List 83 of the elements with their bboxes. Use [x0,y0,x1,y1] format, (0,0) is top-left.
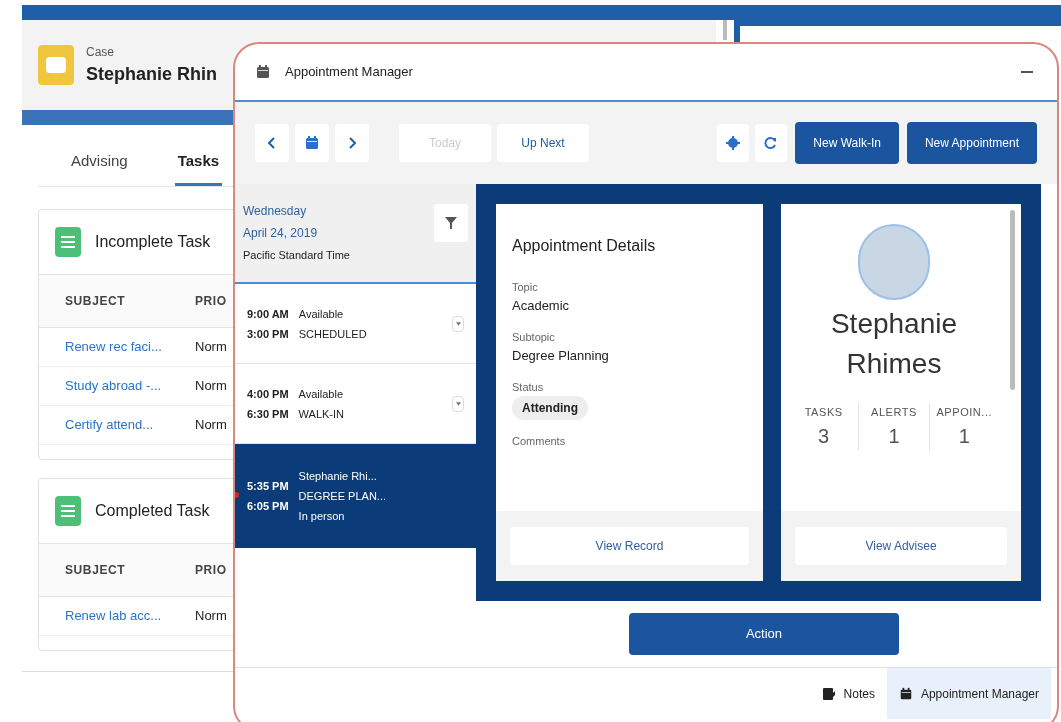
filter-button[interactable] [434,204,468,242]
field-label: Status [512,380,544,395]
field-value: Academic [512,297,570,315]
slot-menu-button[interactable] [452,315,464,332]
previous-button[interactable] [255,124,289,162]
view-advisee-button[interactable]: View Advisee [795,527,1007,565]
task-list-icon [55,496,81,526]
slot-text: SCHEDULED [298,326,368,342]
field-value: Degree Planning [512,347,609,365]
field-label: Topic [512,280,538,295]
field-label: Subtopic [512,330,555,345]
status-pill: Attending [512,396,588,420]
calendar-icon [304,135,320,151]
minimize-icon [1021,70,1033,74]
record-type: Case [86,43,115,61]
stat-label: APPOIN... [936,405,993,420]
appointment-slot[interactable]: 5:35 PM 6:05 PM Stephanie Rhi... DEGREE PLAN... In person [235,444,476,548]
calendar-icon [898,686,913,701]
task-link[interactable]: Renew rec faci... [65,337,195,357]
stat-value: 1 [958,423,970,449]
card-title: Incomplete Task [95,232,211,252]
slot-text: WALK-IN [298,406,345,422]
calendar-button[interactable] [295,124,329,162]
slot-text: Available [298,386,345,402]
task-link[interactable]: Certify attend... [65,415,195,435]
card-title: Completed Task [95,501,210,521]
slot-text: In person [298,509,346,524]
table-cell-text: Norm [195,377,227,396]
calendar-icon [255,64,271,80]
action-button[interactable]: New Walk-In [795,122,899,164]
date: April 24, 2019 [243,225,319,242]
caret-icon [455,321,461,326]
window-title: Appointment Manager [285,63,414,82]
weekday: Wednesday [243,203,308,220]
task-list-icon [55,227,81,257]
end-time: 6:05 PM [247,499,289,514]
start-time: 4:00 PM [247,386,289,402]
refresh-button[interactable] [755,124,788,162]
utility-tab[interactable]: Notes [809,668,887,719]
card-title: Appointment Details [512,236,657,256]
refresh-icon [764,136,779,150]
stat-label: ALERTS [871,405,917,420]
column-header: SUBJECT [65,562,127,579]
table-cell-text: Norm [195,338,227,357]
settings-button[interactable] [717,124,750,162]
task-link[interactable]: Renew lab acc... [65,606,195,626]
column-header: PRIO [195,293,227,310]
slot-text: Stephanie Rhi... [298,469,378,484]
notes-icon [821,686,836,701]
slot-text: Available [298,306,345,322]
up-next-button[interactable]: Up Next [497,124,589,162]
tab[interactable]: Advising [68,140,131,186]
timezone: Pacific Standard Time [243,248,351,263]
caret-icon [455,401,461,406]
advisee-name: Rhimes [846,347,942,381]
slot-text: DEGREE PLAN... [298,489,387,504]
start-time: 5:35 PM [247,479,289,494]
column-header: PRIO [195,562,227,579]
record-name: Stephanie Rhin [86,62,217,86]
next-button[interactable] [335,124,369,162]
start-time: 9:00 AM [247,306,289,322]
stat-value: 3 [818,423,830,449]
chevron-left-icon [267,136,277,150]
table-cell-text: Norm [195,416,227,435]
slot-menu-button[interactable] [452,395,464,412]
column-header: SUBJECT [65,293,127,310]
task-link[interactable]: Study abroad -... [65,376,195,396]
utility-tab[interactable]: Appointment Manager [886,668,1051,719]
advisee-name: Stephanie [830,307,958,341]
end-time: 6:30 PM [247,406,289,422]
view-record-button[interactable]: View Record [510,527,749,565]
tab[interactable]: Tasks [174,140,223,186]
filter-icon [445,217,457,229]
field-label: Comments [512,434,566,449]
action-button[interactable]: Action [629,613,899,655]
stat-value: 1 [888,423,900,449]
stat-label: TASKS [804,405,843,420]
settings-icon [726,136,741,150]
case-icon [38,45,74,85]
table-cell-text: Norm [195,607,227,626]
end-time: 3:00 PM [247,326,289,342]
chevron-right-icon [347,136,357,150]
action-button[interactable]: New Appointment [906,122,1037,164]
